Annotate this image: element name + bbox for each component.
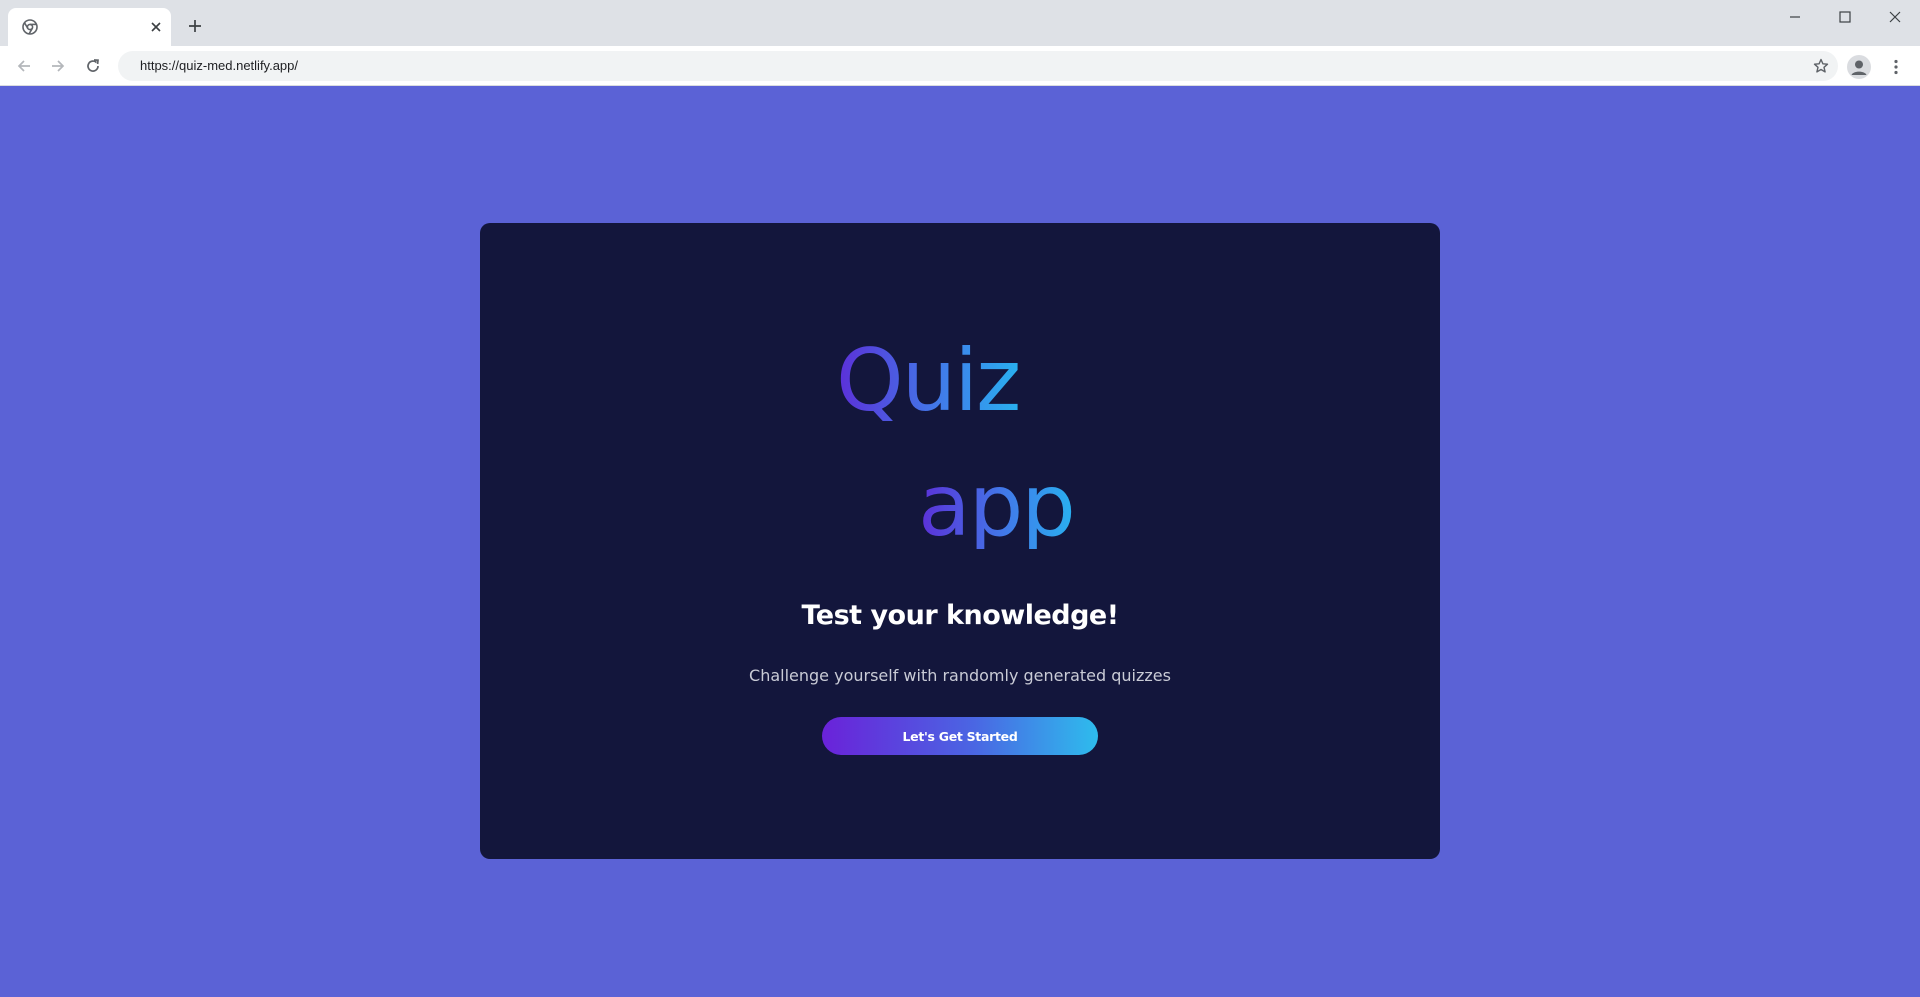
tab-close-icon[interactable] [148,19,164,35]
quiz-app-logo: Quiz app [480,223,1440,563]
chrome-favicon-icon [22,19,38,35]
minimize-icon[interactable] [1772,4,1818,30]
logo-line-1: Quiz [836,331,1021,431]
new-tab-icon[interactable] [184,15,206,37]
browser-toolbar: https://quiz-med.netlify.app/ [0,46,1920,86]
page-subtitle: Challenge yourself with randomly generat… [749,666,1171,685]
more-menu-icon[interactable] [1884,55,1908,79]
intro-card: Quiz app Test your knowledge! Challenge … [480,223,1440,859]
logo-line-2: app [918,456,1076,556]
maximize-icon[interactable] [1822,4,1868,30]
profile-avatar-icon[interactable] [1847,55,1871,79]
browser-tab[interactable] [8,8,171,46]
address-bar-url[interactable]: https://quiz-med.netlify.app/ [140,51,298,81]
browser-tabbar [0,0,1920,46]
back-arrow-icon[interactable] [12,54,36,78]
reload-icon[interactable] [81,54,105,78]
forward-arrow-icon[interactable] [46,54,70,78]
bookmark-star-icon[interactable] [1812,57,1830,75]
address-bar[interactable]: https://quiz-med.netlify.app/ [118,51,1838,81]
close-window-icon[interactable] [1872,4,1918,30]
page-headline: Test your knowledge! [801,600,1119,631]
get-started-button[interactable]: Let's Get Started [822,717,1098,755]
